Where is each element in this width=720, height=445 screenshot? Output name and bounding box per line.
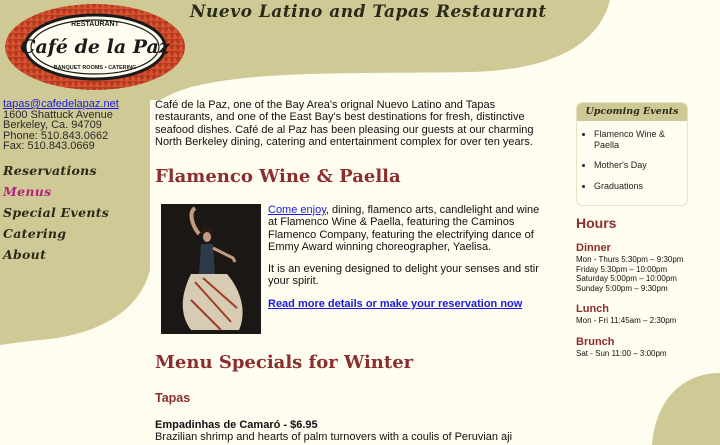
brunch-heading: Brunch	[576, 336, 615, 348]
hours-line: Sunday 5:00pm – 9:30pm	[576, 283, 668, 293]
upcoming-events-box: Upcoming Events Flamenco Wine & Paella M…	[576, 102, 688, 206]
feature-body-2: It is an evening designed to delight you…	[268, 263, 539, 288]
dinner-heading: Dinner	[576, 242, 611, 254]
event-item[interactable]: Flamenco Wine & Paella	[594, 129, 687, 150]
lunch-hours: Lunch Mon - Fri 11:45am – 2:30pm	[576, 303, 716, 326]
dinner-hours: Dinner Mon - Thurs 5:30pm – 9:30pm Frida…	[576, 242, 716, 293]
feature-title: Flamenco Wine & Paella	[155, 166, 401, 187]
nav-about[interactable]: About	[3, 244, 143, 265]
come-enjoy-link[interactable]: Come enjoy	[268, 204, 326, 216]
nav-reservations[interactable]: Reservations	[3, 160, 143, 181]
hours-line: Friday 5:30pm – 10:00pm	[576, 264, 668, 274]
dish-name: Empadinhas de Camaró - $6.95	[155, 419, 318, 431]
dish-description: Brazilian shrimp and hearts of palm turn…	[155, 431, 513, 443]
nav-special-events[interactable]: Special Events	[3, 202, 143, 223]
event-item[interactable]: Mother's Day	[594, 160, 687, 171]
corner-backdrop	[652, 373, 720, 445]
hours-line: Saturday 5:00pm – 10:00pm	[576, 274, 677, 283]
lunch-heading: Lunch	[576, 303, 609, 315]
restaurant-logo[interactable]: RESTAURANT Café de la Paz BANQUET ROOMS …	[4, 3, 186, 91]
banner-title: Nuevo Latino and Tapas Restaurant	[190, 2, 547, 22]
hours-title: Hours	[576, 215, 617, 231]
specials-title: Menu Specials for Winter	[155, 352, 414, 373]
feature-text: Come enjoy, dining, flamenco arts, candl…	[268, 204, 545, 320]
nav-catering[interactable]: Catering	[3, 223, 143, 244]
intro-text: Café de la Paz, one of the Bay Area's or…	[155, 99, 534, 148]
tapas-heading: Tapas	[155, 391, 191, 405]
logo-top-text: RESTAURANT	[71, 21, 119, 28]
hours-line: Mon - Fri 11:45am – 2:30pm	[576, 316, 677, 325]
brunch-hours: Brunch Sat - Sun 11:00 – 3:00pm	[576, 336, 716, 359]
logo-bottom-text: BANQUET ROOMS • CATERING	[54, 65, 137, 71]
events-header: Upcoming Events	[577, 103, 687, 121]
flamenco-dancer-photo	[161, 204, 261, 334]
hours-line: Mon - Thurs 5:30pm – 9:30pm	[576, 255, 684, 264]
fax-number: Fax: 510.843.0669	[3, 140, 95, 153]
event-item[interactable]: Graduations	[594, 181, 687, 192]
main-nav: Reservations Menus Special Events Cateri…	[3, 160, 143, 265]
reservation-link[interactable]: Read more details or make your reservati…	[268, 298, 522, 310]
nav-menus[interactable]: Menus	[3, 181, 143, 202]
hours-line: Sat - Sun 11:00 – 3:00pm	[576, 349, 667, 358]
contact-info: tapas@cafedelapaz.net 1600 Shattuck Aven…	[3, 99, 148, 152]
logo-name: Café de la Paz	[20, 36, 171, 58]
